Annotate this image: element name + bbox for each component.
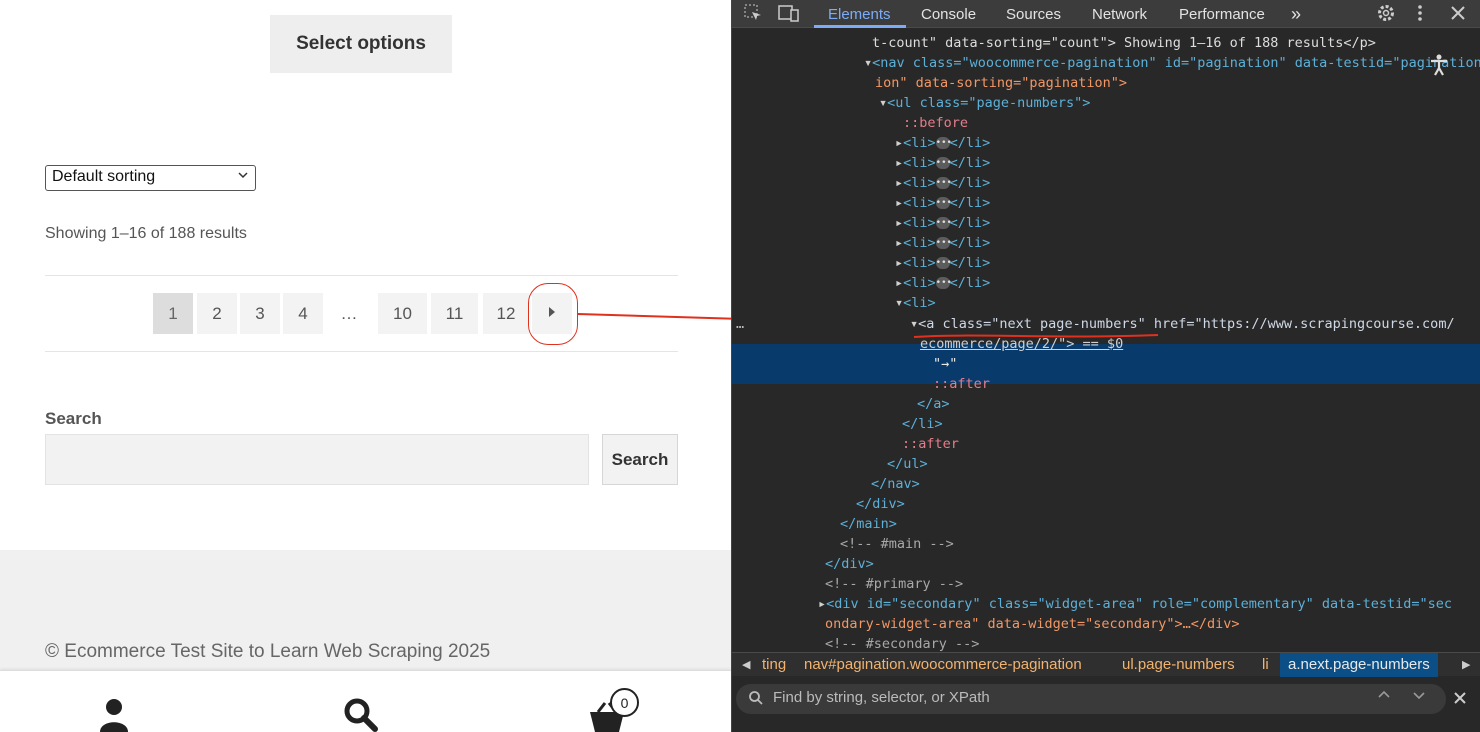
search-icon	[748, 690, 764, 710]
page-3[interactable]: 3	[240, 293, 280, 334]
search-button[interactable]: Search	[602, 434, 678, 485]
code-line: <!-- #secondary -->	[825, 636, 980, 652]
sorting-select-value: Default sorting	[52, 168, 156, 185]
chevron-up-icon[interactable]	[1377, 688, 1391, 706]
more-tabs-icon[interactable]: »	[1291, 0, 1301, 28]
chevron-down-icon[interactable]	[1412, 688, 1426, 706]
select-options-button[interactable]: Select options	[270, 15, 452, 73]
breadcrumb-item[interactable]: ul.page-numbers	[1122, 653, 1235, 677]
tab-elements[interactable]: Elements	[828, 0, 891, 28]
scroll-right-icon[interactable]: ▶	[1462, 653, 1470, 677]
breadcrumb-item[interactable]: li	[1262, 653, 1269, 677]
code-line: </div>	[856, 496, 905, 512]
page-1: 1	[153, 293, 193, 334]
li-node[interactable]: ▸<li>•••</li>	[895, 273, 1480, 293]
code-line: <!-- #main -->	[840, 536, 954, 552]
li-node[interactable]: ▸<li>•••</li>	[895, 213, 1480, 233]
code-line: ::before	[903, 115, 969, 131]
code-line: </main>	[840, 516, 897, 532]
code-line: <!-- #primary -->	[825, 576, 964, 592]
result-count: Showing 1–16 of 188 results	[45, 225, 247, 242]
divider	[45, 351, 678, 352]
page-2[interactable]: 2	[197, 293, 237, 334]
code-line: </li>	[902, 416, 943, 432]
kebab-menu-icon[interactable]	[1416, 3, 1424, 28]
close-icon[interactable]	[1452, 690, 1468, 710]
device-toolbar-icon[interactable]	[778, 3, 800, 28]
code-line[interactable]: ▾<ul class="page-numbers">	[879, 93, 1480, 113]
code-line-text: <div id="secondary" class="widget-area" …	[826, 596, 1452, 612]
code-line-text: <nav class="woocommerce-pagination" id="…	[872, 55, 1480, 71]
li-node[interactable]: ▸<li>•••</li>	[895, 233, 1480, 253]
dom-tree: … t-count" data-sorting="count"> Showing…	[732, 31, 1480, 652]
page-ellipsis: …	[340, 303, 358, 323]
chevron-down-icon	[237, 169, 249, 184]
li-node[interactable]: ▾<li>	[895, 293, 1480, 313]
page-12[interactable]: 12	[483, 293, 529, 334]
find-input[interactable]: Find by string, selector, or XPath	[736, 684, 1446, 714]
divider	[45, 275, 678, 276]
breadcrumb-item[interactable]: nav#pagination.woocommerce-pagination	[804, 653, 1082, 677]
breadcrumb: ◀ ting nav#pagination.woocommerce-pagina…	[732, 652, 1480, 677]
inspect-element-icon[interactable]	[743, 3, 763, 28]
sorting-select[interactable]: Default sorting	[45, 165, 256, 191]
tab-console[interactable]: Console	[921, 0, 976, 28]
tab-network[interactable]: Network	[1092, 0, 1147, 28]
code-line[interactable]: ▾<nav class="woocommerce-pagination" id=…	[864, 53, 1480, 73]
code-line-text: <ul class="page-numbers">	[887, 95, 1091, 111]
accessibility-icon[interactable]	[1429, 54, 1449, 81]
code-line: ondary-widget-area" data-widget="seconda…	[825, 616, 1240, 632]
code-line: </a>	[917, 396, 950, 412]
page-11[interactable]: 11	[431, 293, 478, 334]
devtools-toolbar: Elements Console Sources Network Perform…	[732, 0, 1480, 28]
cart-count-badge: 0	[610, 688, 639, 717]
selected-code-text: <a class="next page-numbers" href="https…	[918, 316, 1455, 332]
li-node[interactable]: ▸<li>•••</li>	[895, 253, 1480, 273]
code-line: ion" data-sorting="pagination">	[875, 75, 1127, 91]
code-line: ::after	[933, 376, 990, 392]
scroll-left-icon[interactable]: ◀	[742, 653, 750, 677]
breadcrumb-item[interactable]: ting	[762, 653, 786, 677]
code-line: t-count" data-sorting="count"> Showing 1…	[872, 35, 1376, 51]
copyright-text: © Ecommerce Test Site to Learn Web Scrap…	[45, 641, 491, 662]
tab-sources[interactable]: Sources	[1006, 0, 1061, 28]
li-node[interactable]: ▸<li>•••</li>	[895, 193, 1480, 213]
find-placeholder: Find by string, selector, or XPath	[773, 689, 990, 706]
close-icon[interactable]	[1450, 3, 1466, 28]
code-line: </ul>	[887, 456, 928, 472]
li-node[interactable]: ▸<li>•••</li>	[895, 153, 1480, 173]
page-4[interactable]: 4	[283, 293, 323, 334]
breadcrumb-item-selected[interactable]: a.next.page-numbers	[1280, 653, 1438, 677]
code-line: </nav>	[871, 476, 920, 492]
devtools-panel: Elements Console Sources Network Perform…	[731, 0, 1480, 732]
ellipsis-icon: …	[736, 316, 745, 332]
active-tab-indicator	[814, 25, 906, 28]
code-line: ::after	[902, 436, 959, 452]
tab-performance[interactable]: Performance	[1179, 0, 1265, 28]
user-icon[interactable]	[98, 697, 130, 732]
li-node[interactable]: ▸<li>•••</li>	[895, 173, 1480, 193]
gear-icon[interactable]	[1376, 3, 1396, 28]
search-icon[interactable]	[343, 697, 379, 732]
code-line[interactable]: ▸<div id="secondary" class="widget-area"…	[818, 594, 1480, 614]
code-line: "→"	[933, 356, 958, 372]
annotation-underline	[913, 334, 1159, 338]
search-label: Search	[45, 409, 102, 428]
find-bar: Find by string, selector, or XPath	[732, 684, 1480, 714]
annotation-circle	[528, 283, 578, 345]
li-node[interactable]: ▸<li>•••</li>	[895, 133, 1480, 153]
shop-page: Select options Default sorting Showing 1…	[0, 0, 731, 732]
page-10[interactable]: 10	[378, 293, 427, 334]
search-input[interactable]	[45, 434, 589, 485]
code-line: </div>	[825, 556, 874, 572]
